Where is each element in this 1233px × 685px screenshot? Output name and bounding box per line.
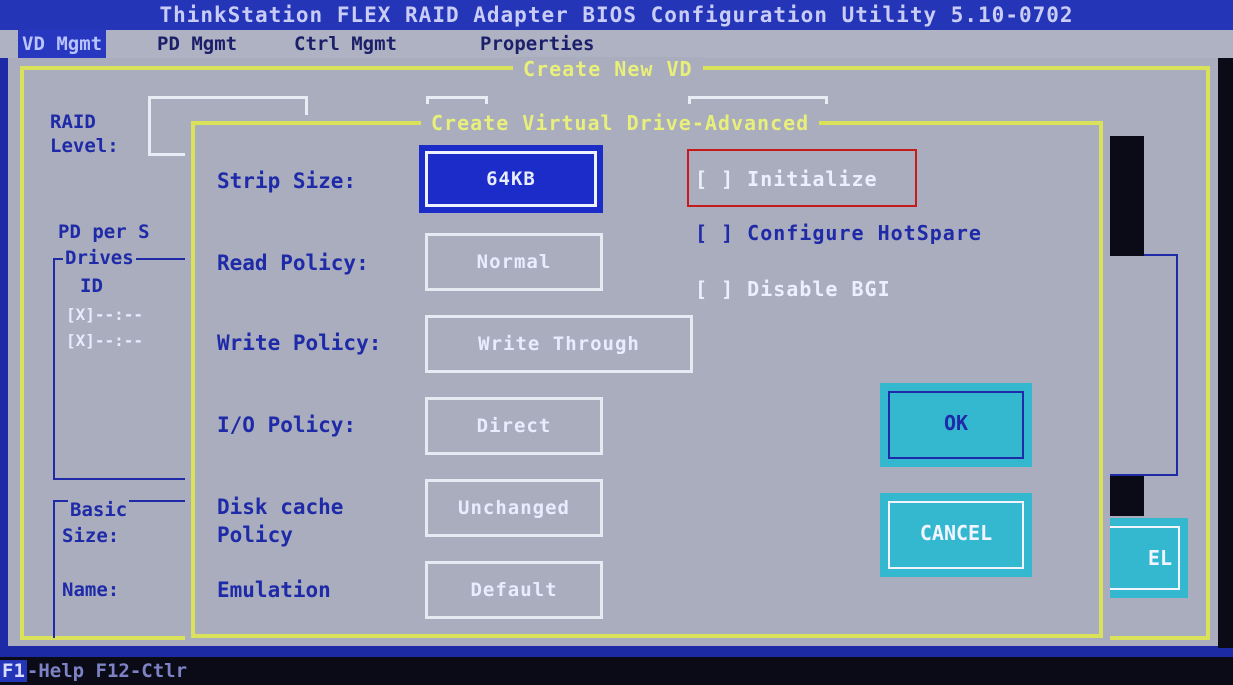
drive-row-1[interactable]: [X]--:--: [66, 305, 143, 324]
emulation-field[interactable]: Default: [425, 561, 603, 619]
write-policy-label: Write Policy:: [217, 331, 382, 355]
disk-cache-policy-label: Disk cache Policy: [217, 495, 344, 547]
cancel-button-label: CANCEL: [919, 521, 993, 545]
drives-label: Drives: [63, 246, 136, 270]
basic-label: Basic: [68, 498, 130, 522]
menu-ctrl-mgmt[interactable]: Ctrl Mgmt: [290, 30, 401, 58]
right-groupbox: [1108, 254, 1178, 476]
menu-properties[interactable]: Properties: [476, 30, 598, 58]
outer-dialog-title: Create New VD: [513, 57, 703, 81]
size-label: Size:: [62, 525, 120, 547]
configure-hotspare-checkbox[interactable]: [ ] Configure HotSpare: [695, 221, 982, 245]
name-label: Name:: [62, 579, 120, 601]
drives-groupbox: [53, 258, 193, 480]
top-field-stub: [426, 96, 488, 104]
read-policy-label: Read Policy:: [217, 251, 369, 275]
ok-button[interactable]: OK: [880, 383, 1032, 467]
emulation-label: Emulation: [217, 578, 331, 602]
drive-row-2[interactable]: [X]--:--: [66, 331, 143, 350]
disk-cache-policy-field[interactable]: Unchanged: [425, 479, 603, 537]
strip-size-field[interactable]: 64KB: [425, 151, 597, 207]
outer-shadow-2: [1108, 476, 1144, 516]
ok-button-label: OK: [943, 411, 969, 435]
read-policy-field[interactable]: Normal: [425, 233, 603, 291]
pd-per-label: PD per S: [58, 221, 150, 243]
advanced-dialog-title: Create Virtual Drive-Advanced: [421, 111, 820, 135]
advanced-dialog: Create Virtual Drive-Advanced Strip Size…: [185, 111, 1110, 645]
outer-cancel-button[interactable]: EL: [1098, 518, 1188, 598]
outer-cancel-partial-label: EL: [1147, 546, 1172, 570]
status-help-text: -Help F12-Ctlr: [26, 660, 188, 682]
raid-level-label: RAID Level:: [50, 111, 119, 157]
status-bar: F1 -Help F12-Ctlr: [0, 657, 1233, 685]
outer-shadow-1: [1108, 136, 1144, 256]
window-title: ThinkStation FLEX RAID Adapter BIOS Conf…: [0, 0, 1233, 30]
right-shadow: [1218, 58, 1233, 648]
io-policy-field[interactable]: Direct: [425, 397, 603, 455]
f1-key: F1: [0, 660, 27, 682]
disable-bgi-checkbox[interactable]: [ ] Disable BGI: [695, 277, 891, 301]
bios-screen: ThinkStation FLEX RAID Adapter BIOS Conf…: [0, 0, 1233, 685]
io-policy-label: I/O Policy:: [217, 413, 357, 437]
id-column-label: ID: [80, 275, 103, 297]
menu-vd-mgmt[interactable]: VD Mgmt: [18, 30, 107, 58]
initialize-highlight: [687, 149, 917, 207]
strip-size-label: Strip Size:: [217, 169, 357, 193]
menu-bar: VD Mgmt PD Mgmt Ctrl Mgmt Properties: [0, 30, 1233, 58]
menu-pd-mgmt[interactable]: PD Mgmt: [153, 30, 241, 58]
write-policy-field[interactable]: Write Through: [425, 315, 693, 373]
cancel-button[interactable]: CANCEL: [880, 493, 1032, 577]
top-field-stub-2: [688, 96, 828, 104]
